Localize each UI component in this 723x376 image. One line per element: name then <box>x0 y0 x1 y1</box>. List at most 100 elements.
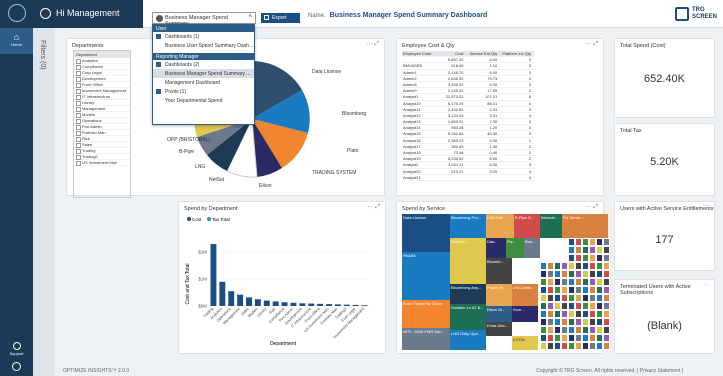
support-nav-item[interactable]: Support <box>0 342 33 356</box>
treemap-cell[interactable] <box>568 294 575 302</box>
treemap-cell[interactable] <box>575 302 582 310</box>
cost-table[interactable]: Employee Code Cost Service Ent Qty Platf… <box>402 51 534 189</box>
treemap-cell[interactable] <box>554 302 561 310</box>
treemap-cell[interactable] <box>540 334 547 342</box>
bar[interactable] <box>317 303 324 306</box>
treemap-cell[interactable] <box>540 310 547 318</box>
treemap-cell[interactable] <box>575 286 582 294</box>
department-item[interactable]: US Investment Man <box>74 160 130 166</box>
treemap-cell[interactable] <box>547 318 554 326</box>
treemap-cell[interactable] <box>589 278 596 286</box>
export-button[interactable]: Export <box>261 13 300 23</box>
treemap-cell[interactable] <box>561 270 568 278</box>
treemap-cell[interactable] <box>561 286 568 294</box>
treemap-cell[interactable] <box>603 294 610 302</box>
treemap-cell[interactable] <box>568 302 575 310</box>
treemap-cell[interactable]: Extra Ulta... <box>486 322 512 336</box>
treemap-cell[interactable] <box>575 294 582 302</box>
treemap-cell[interactable] <box>596 310 603 318</box>
treemap-cell[interactable] <box>589 310 596 318</box>
treemap-cell[interactable] <box>561 318 568 326</box>
treemap-cell[interactable]: B-Pipe S... <box>514 214 540 238</box>
treemap-cell[interactable]: Solution Lo #1 8... <box>450 304 486 330</box>
menu-pivots[interactable]: Pivots (1) <box>153 87 254 96</box>
treemap-cell[interactable]: Fix Servic... <box>562 214 608 238</box>
treemap-cell[interactable] <box>603 246 610 254</box>
bar[interactable] <box>219 281 226 306</box>
treemap-cell[interactable] <box>596 302 603 310</box>
treemap-cell[interactable] <box>589 238 596 246</box>
treemap-cell[interactable] <box>603 238 610 246</box>
treemap-cell[interactable] <box>547 310 554 318</box>
treemap-cell[interactable] <box>596 326 603 334</box>
treemap-cell[interactable] <box>589 294 596 302</box>
treemap-cell[interactable] <box>596 318 603 326</box>
treemap-cell[interactable] <box>582 286 589 294</box>
treemap-cell[interactable] <box>582 326 589 334</box>
treemap-cell[interactable] <box>547 286 554 294</box>
treemap-cell[interactable] <box>575 326 582 334</box>
treemap-cell[interactable] <box>603 326 610 334</box>
treemap-cell[interactable] <box>547 262 554 270</box>
treemap-cell[interactable] <box>568 342 575 350</box>
treemap-cell[interactable] <box>596 270 603 278</box>
more-icon[interactable]: ··· <box>703 203 709 209</box>
treemap-cell[interactable] <box>547 302 554 310</box>
bar[interactable] <box>299 303 306 306</box>
treemap-cell[interactable]: Bloomberg Any... <box>450 284 486 304</box>
menu-rm-item2[interactable]: Management Dashboard <box>153 78 254 87</box>
treemap-cell[interactable] <box>596 254 603 262</box>
treemap-cell[interactable] <box>568 246 575 254</box>
treemap-cell[interactable] <box>568 254 575 262</box>
treemap-cell[interactable] <box>540 318 547 326</box>
treemap-cell[interactable]: Power Pl... <box>486 284 512 306</box>
treemap-cell[interactable] <box>568 262 575 270</box>
col-header[interactable]: Cost <box>433 51 467 56</box>
spend-dept-chart[interactable]: Cost Tax Total Cost and Tax Total Depart… <box>179 214 385 354</box>
treemap-cell[interactable] <box>603 302 610 310</box>
treemap-cell[interactable] <box>554 334 561 342</box>
treemap-cell[interactable] <box>561 326 568 334</box>
bar[interactable] <box>210 244 217 306</box>
col-header[interactable]: Service Ent Qty <box>467 51 501 56</box>
treemap-cell[interactable] <box>596 262 603 270</box>
treemap-cell[interactable] <box>568 334 575 342</box>
treemap-cell[interactable] <box>547 326 554 334</box>
treemap-cell[interactable] <box>568 310 575 318</box>
treemap-cell[interactable] <box>561 294 568 302</box>
treemap-cell[interactable]: Bloomberg Pro... <box>450 214 486 238</box>
more-icon[interactable]: ··· ⤢ <box>367 41 379 48</box>
treemap-cell[interactable] <box>603 286 610 294</box>
treemap-cell[interactable] <box>575 262 582 270</box>
treemap-cell[interactable] <box>561 262 568 270</box>
treemap-cell[interactable] <box>582 318 589 326</box>
treemap-cell[interactable] <box>596 342 603 350</box>
treemap-cell[interactable] <box>575 238 582 246</box>
treemap-cell[interactable] <box>582 270 589 278</box>
treemap-cell[interactable] <box>575 342 582 350</box>
footer-copyright[interactable]: Copyright © TRG Screen. All rights reser… <box>536 368 683 374</box>
treemap-cell[interactable] <box>561 334 568 342</box>
treemap-cell[interactable] <box>554 342 561 350</box>
treemap-cell[interactable] <box>540 262 547 270</box>
treemap-cell[interactable] <box>589 246 596 254</box>
treemap-cell[interactable] <box>540 278 547 286</box>
bar[interactable] <box>237 294 244 306</box>
bar[interactable] <box>352 304 359 306</box>
bar[interactable] <box>246 297 252 306</box>
col-header[interactable]: Employee Code <box>402 51 433 56</box>
treemap-cell[interactable] <box>589 342 596 350</box>
treemap-cell[interactable] <box>575 278 582 286</box>
bar[interactable] <box>326 304 332 306</box>
settings-icon[interactable] <box>12 362 21 371</box>
treemap-cell[interactable] <box>540 294 547 302</box>
treemap-cell[interactable] <box>547 342 554 350</box>
treemap-cell[interactable]: Bus... <box>524 238 540 258</box>
treemap-cell[interactable] <box>554 278 561 286</box>
treemap-cell[interactable] <box>589 318 596 326</box>
treemap-cell[interactable]: Das... <box>486 238 506 258</box>
bar[interactable] <box>308 303 315 306</box>
treemap-cell[interactable] <box>603 318 610 326</box>
treemap-cell[interactable] <box>561 342 568 350</box>
treemap-cell[interactable] <box>547 278 554 286</box>
